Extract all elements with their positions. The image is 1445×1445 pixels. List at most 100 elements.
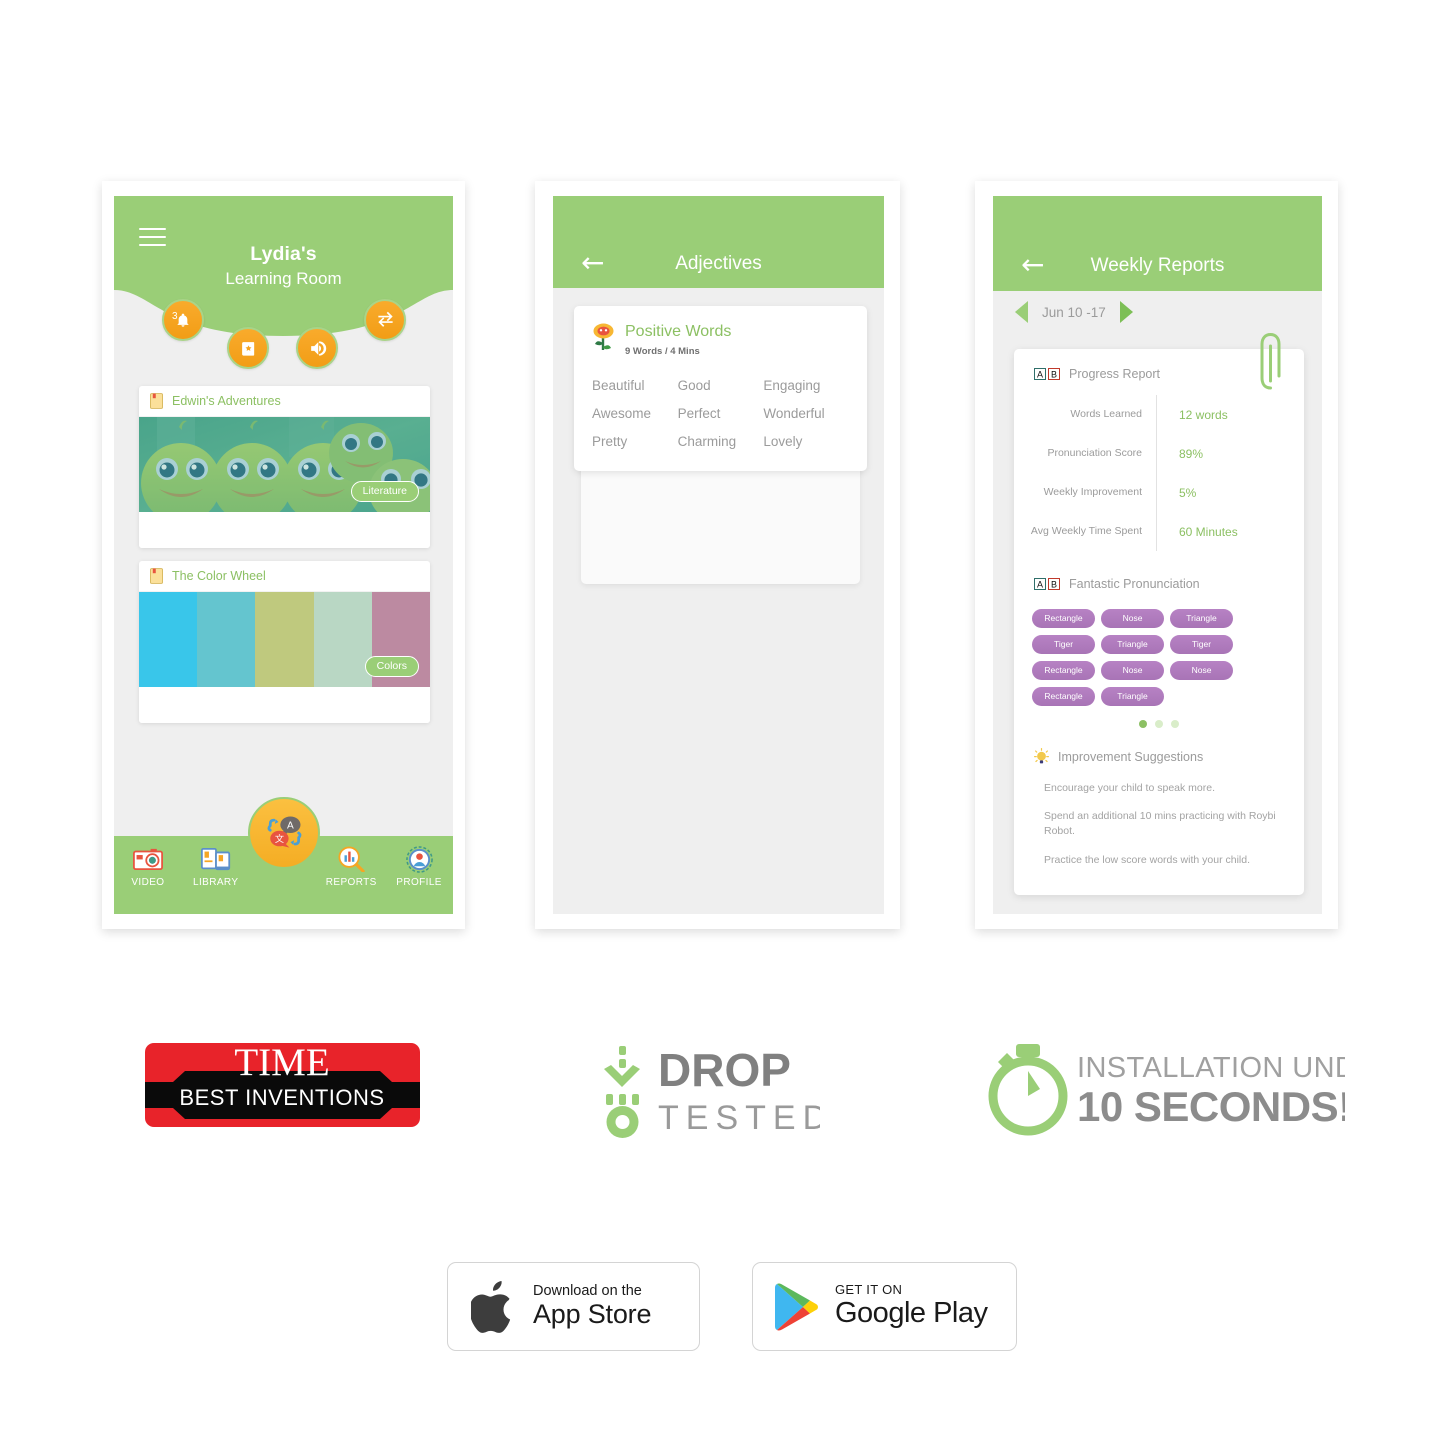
bottom-navigation: A 文 VIDEO LIBRARY REPORTS PROFILE bbox=[114, 797, 453, 914]
pronunciation-tag[interactable]: Rectangle bbox=[1032, 661, 1095, 680]
ab-letters-icon: A B bbox=[1034, 368, 1060, 380]
google-play-icon bbox=[775, 1283, 818, 1330]
phone2-screen: ← Adjectives PLAY RESCHEDULE bbox=[553, 196, 884, 914]
stat-key: Weekly Improvement bbox=[1043, 485, 1142, 498]
notifications-button[interactable]: 3 bbox=[162, 299, 204, 341]
book-star-icon bbox=[241, 341, 254, 356]
book-icon bbox=[150, 568, 163, 584]
tested-text: TESTED bbox=[658, 1099, 820, 1137]
lesson-tag[interactable]: Colors bbox=[364, 656, 419, 677]
books-icon bbox=[200, 847, 230, 870]
app-store-text: Download on the App Store bbox=[533, 1283, 651, 1329]
google-play-small-label: GET IT ON bbox=[835, 1282, 903, 1298]
section-title: Progress Report bbox=[1069, 367, 1161, 381]
word-item: Beautiful bbox=[592, 377, 645, 393]
pronunciation-tag[interactable]: Tiger bbox=[1170, 635, 1233, 654]
notification-badge: 3 bbox=[172, 311, 178, 322]
table-row: Pronunciation Score 89% bbox=[1024, 434, 1288, 473]
stat-key: Pronunciation Score bbox=[1047, 446, 1142, 459]
lightbulb-icon bbox=[1034, 748, 1049, 764]
table-row: Avg Weekly Time Spent 60 Minutes bbox=[1024, 512, 1288, 551]
word-item: Charming bbox=[677, 433, 737, 449]
suggestions-header: Improvement Suggestions bbox=[1014, 748, 1304, 765]
lesson-card-media: Colors bbox=[139, 592, 430, 687]
nav-label: REPORTS bbox=[325, 877, 377, 888]
pronunciation-tag[interactable]: Tiger bbox=[1032, 635, 1095, 654]
svg-text:B: B bbox=[1051, 580, 1057, 590]
suggestion-item: Spend an additional 10 mins practicing w… bbox=[1044, 810, 1276, 838]
installation-under-text: INSTALLATION UNDER bbox=[1077, 1052, 1345, 1084]
pronunciation-tag[interactable]: Nose bbox=[1101, 609, 1164, 628]
phone1-screen: Lydia's Learning Room 3 Edwin's Adventur… bbox=[114, 196, 453, 914]
carousel-dot[interactable] bbox=[1171, 720, 1179, 728]
time-best-inventions-badge: TIME BEST INVENTIONS bbox=[144, 1035, 421, 1135]
pronunciation-tag[interactable]: Rectangle bbox=[1032, 609, 1095, 628]
word-item: Engaging bbox=[763, 377, 821, 393]
google-play-badge[interactable]: GET IT ON Google Play bbox=[752, 1262, 1017, 1351]
lesson-card-title: The Color Wheel bbox=[172, 569, 266, 583]
word-item: Perfect bbox=[677, 405, 721, 421]
camera-icon bbox=[132, 848, 163, 870]
section-title: Fantastic Pronunciation bbox=[1069, 577, 1200, 591]
nav-item-reports[interactable]: REPORTS bbox=[317, 836, 385, 888]
drop-arrow-icon bbox=[604, 1046, 640, 1138]
best-inventions-text: BEST INVENTIONS bbox=[179, 1085, 384, 1110]
nav-item-profile[interactable]: PROFILE bbox=[385, 836, 453, 888]
lesson-tag[interactable]: Literature bbox=[350, 481, 419, 502]
paperclip-icon bbox=[1259, 332, 1282, 395]
page-title: Weekly Reports bbox=[1090, 255, 1225, 276]
svg-text:A: A bbox=[287, 820, 294, 831]
lesson-card-header: Edwin's Adventures bbox=[139, 386, 430, 417]
suggestion-item: Encourage your child to speak more. bbox=[1044, 782, 1216, 794]
lesson-card-footer bbox=[139, 687, 430, 723]
storybook-button[interactable] bbox=[227, 327, 269, 369]
svg-text:A: A bbox=[1037, 580, 1043, 590]
pronunciation-tag[interactable]: Triangle bbox=[1101, 687, 1164, 706]
carousel-dot[interactable] bbox=[1155, 720, 1163, 728]
nav-item-library[interactable]: LIBRARY bbox=[182, 836, 250, 888]
time-wordmark: TIME bbox=[234, 1041, 329, 1084]
sound-button[interactable] bbox=[296, 327, 338, 369]
page-title: Adjectives bbox=[675, 253, 762, 274]
nav-label: LIBRARY bbox=[192, 877, 239, 888]
stat-key: Words Learned bbox=[1070, 407, 1142, 420]
phone3-header: ← Weekly Reports bbox=[993, 196, 1322, 291]
switch-profile-button[interactable] bbox=[364, 299, 406, 341]
phone-mockup-adjectives: ← Adjectives PLAY RESCHEDULE bbox=[535, 181, 900, 929]
section-title: Improvement Suggestions bbox=[1058, 749, 1204, 764]
installation-speed-badge: INSTALLATION UNDER 10 SECONDS! bbox=[985, 1038, 1397, 1143]
google-play-big-label: Google Play bbox=[835, 1297, 988, 1330]
ten-seconds-text: 10 SECONDS! bbox=[1077, 1083, 1345, 1130]
nav-label: PROFILE bbox=[396, 877, 442, 888]
pronunciation-tag[interactable]: Triangle bbox=[1101, 635, 1164, 654]
pronunciation-tag[interactable]: Nose bbox=[1170, 661, 1233, 680]
week-navigator: Jun 10 -17 bbox=[993, 291, 1322, 333]
lesson-card[interactable]: The Color Wheel Colors bbox=[139, 561, 430, 723]
nav-item-video[interactable]: VIDEO bbox=[114, 836, 182, 888]
triangle-right-icon[interactable] bbox=[1119, 301, 1133, 323]
pronunciation-tag[interactable]: Nose bbox=[1101, 661, 1164, 680]
phone-mockup-home: Lydia's Learning Room 3 Edwin's Adventur… bbox=[102, 181, 465, 929]
book-icon bbox=[150, 393, 163, 409]
week-label: Jun 10 -17 bbox=[1042, 304, 1106, 320]
triangle-left-icon[interactable] bbox=[1015, 301, 1028, 323]
carousel-dot[interactable] bbox=[1139, 720, 1147, 728]
word-item: Awesome bbox=[592, 405, 652, 421]
drop-text: DROP bbox=[658, 1044, 791, 1096]
pronunciation-tag[interactable]: Triangle bbox=[1170, 609, 1233, 628]
pronunciation-tag[interactable]: Rectangle bbox=[1032, 687, 1095, 706]
lesson-card[interactable]: Edwin's Adventures Literature bbox=[139, 386, 430, 548]
lesson-detail-header: Positive Words 9 Words / 4 Mins bbox=[592, 323, 849, 357]
profile-target-icon bbox=[405, 845, 433, 873]
table-row: Words Learned 12 words bbox=[1024, 395, 1288, 434]
chart-magnifier-icon bbox=[338, 846, 365, 872]
word-item: Good bbox=[677, 377, 711, 393]
app-store-big-label: App Store bbox=[533, 1298, 652, 1329]
app-store-badge[interactable]: Download on the App Store bbox=[447, 1262, 700, 1351]
lesson-title: Positive Words bbox=[625, 323, 732, 340]
stat-value: 60 Minutes bbox=[1179, 524, 1238, 539]
app-store-small-label: Download on the bbox=[533, 1283, 642, 1300]
stopwatch-icon bbox=[988, 1044, 1068, 1136]
page-subtitle: Learning Room bbox=[225, 269, 342, 288]
exchange-arrows-icon bbox=[377, 311, 393, 327]
